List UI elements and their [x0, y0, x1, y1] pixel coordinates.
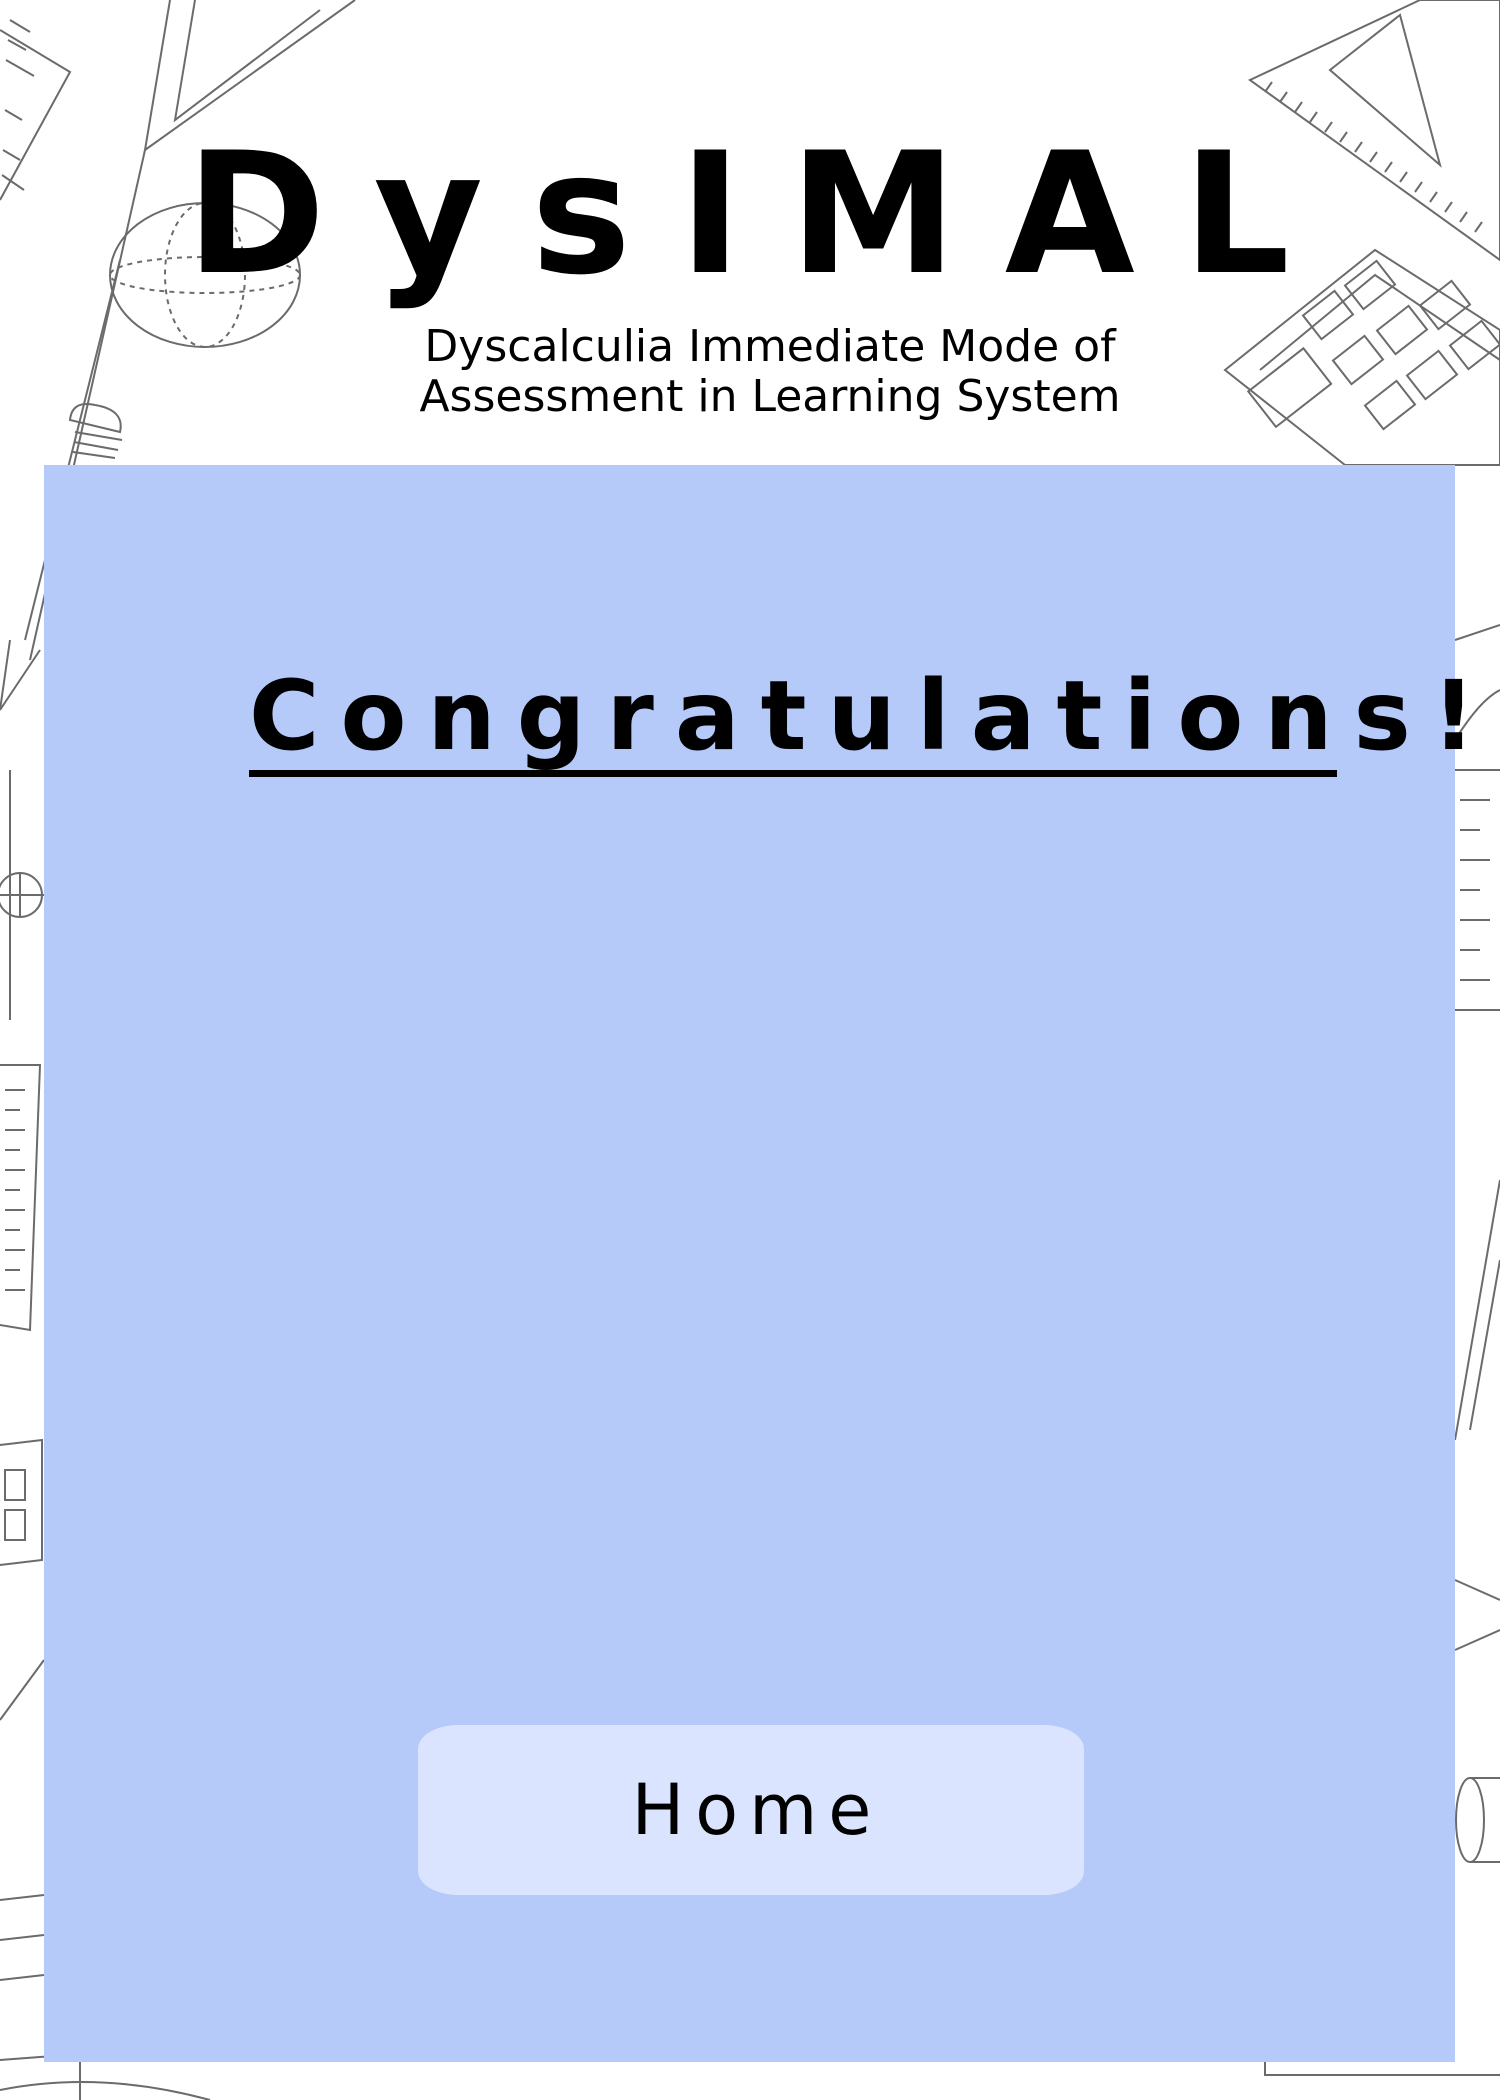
heading-underline	[249, 770, 1337, 777]
compass-icon	[0, 770, 44, 1020]
app-subtitle: Dyscalculia Immediate Mode of Assessment…	[400, 322, 1140, 422]
calculator-icon	[0, 1438, 43, 1566]
cylinder-icon	[1455, 1777, 1500, 1863]
results-page: DysIMAL Dyscalculia Immediate Mode of As…	[0, 0, 1500, 2100]
app-subtitle-line-1: Dyscalculia Immediate Mode of	[424, 321, 1116, 372]
ruler-icon	[0, 1064, 42, 1332]
ruler-icon	[1455, 769, 1500, 1011]
app-subtitle-line-2: Assessment in Learning System	[419, 371, 1121, 422]
app-title: DysIMAL	[186, 116, 1338, 312]
congratulations-heading: Congratulations!	[249, 660, 1497, 772]
results-card: Congratulations! Home	[44, 465, 1497, 2062]
home-button[interactable]: Home	[418, 1725, 1084, 1895]
